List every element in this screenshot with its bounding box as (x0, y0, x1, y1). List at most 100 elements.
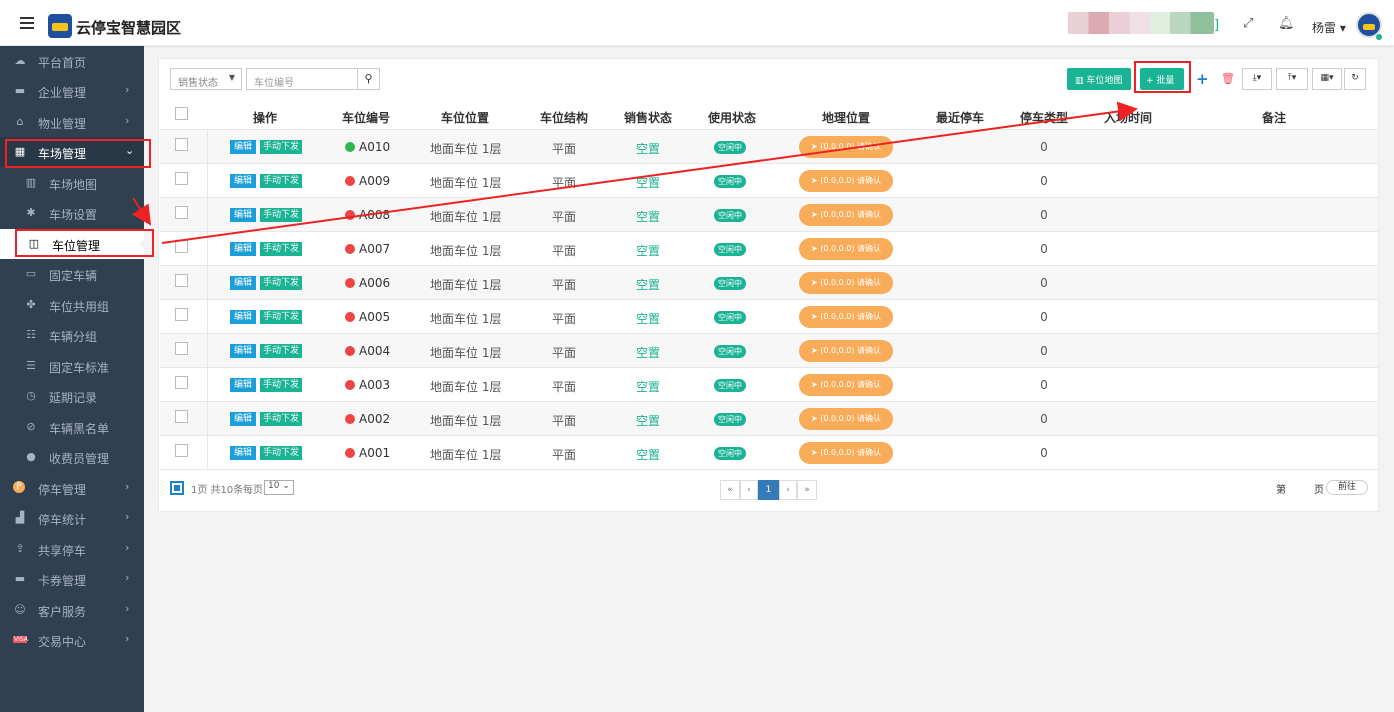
manual-issue-button[interactable]: 手动下发 (260, 174, 303, 188)
geo-location-button[interactable]: ➤ (0.0,0.0) 请确认 (799, 408, 893, 430)
table-row[interactable]: 编辑 手动下发 A008 地面车位 1层 平面 空置 空闲中 ➤ (0.0,0.0) 请确认 0 (160, 198, 1378, 232)
edit-button[interactable]: 编辑 (230, 412, 257, 426)
table-row[interactable]: 编辑 手动下发 A004 地面车位 1层 平面 空置 空闲中 ➤ (0.0,0.0) 请确认 0 (160, 334, 1378, 368)
first-page-button[interactable]: « (720, 480, 740, 500)
row-checkbox[interactable] (175, 206, 188, 219)
col-header[interactable]: 地理位置 (822, 109, 870, 126)
col-header[interactable]: 车位位置 (441, 109, 489, 126)
manual-issue-button[interactable]: 手动下发 (260, 412, 303, 426)
manual-issue-button[interactable]: 手动下发 (260, 276, 303, 290)
edit-button[interactable]: 编辑 (230, 208, 257, 222)
per-page-select[interactable]: 10 ⌄ (264, 480, 294, 495)
sidebar-item-parking-stats[interactable]: ▟ 停车统计 › (0, 503, 144, 533)
table-row[interactable]: 编辑 手动下发 A002 地面车位 1层 平面 空置 空闲中 ➤ (0.0,0.0) 请确认 0 (160, 402, 1378, 436)
sidebar-item-parking[interactable]: P 停车管理 › (0, 473, 144, 503)
geo-location-button[interactable]: ➤ (0.0,0.0) 请确认 (799, 442, 893, 464)
sidebar-item-lot-map[interactable]: ▥ 车场地图 (0, 168, 144, 198)
col-header[interactable]: 车位结构 (540, 109, 588, 126)
col-header[interactable]: 最近停车 (936, 109, 984, 126)
space-map-button[interactable]: ▥ 车位地图 (1067, 68, 1131, 90)
select-all-checkbox[interactable] (175, 107, 188, 120)
table-row[interactable]: 编辑 手动下发 A010 地面车位 1层 平面 空置 空闲中 ➤ (0.0,0.0) 请确认 0 (160, 130, 1378, 164)
col-header[interactable]: 车位编号 (342, 109, 390, 126)
manual-issue-button[interactable]: 手动下发 (260, 208, 303, 222)
row-checkbox[interactable] (175, 308, 188, 321)
row-checkbox[interactable] (175, 376, 188, 389)
sidebar-item-platform-home[interactable]: ☁ 平台首页 (0, 46, 144, 76)
sidebar-item-enterprise[interactable]: ▬ 企业管理 › (0, 76, 144, 106)
goto-button[interactable]: 前往 (1326, 480, 1368, 495)
search-button[interactable]: ⚲ (357, 68, 380, 90)
row-checkbox[interactable] (175, 240, 188, 253)
edit-button[interactable]: 编辑 (230, 446, 257, 460)
sidebar-item-vehicle-group[interactable]: ☷ 车辆分组 (0, 320, 144, 350)
geo-location-button[interactable]: ➤ (0.0,0.0) 请确认 (799, 238, 893, 260)
space-number-input[interactable]: 车位编号 (246, 68, 358, 90)
sidebar-item-property[interactable]: ⌂ 物业管理 › (0, 107, 144, 137)
refresh-button[interactable]: ↻ (1344, 68, 1366, 90)
bell-icon[interactable]: 🔔︎ (1278, 16, 1295, 31)
sales-status-select[interactable]: 销售状态 ▼ (170, 68, 242, 90)
sidebar-item-shared-space-group[interactable]: ✤ 车位共用组 (0, 290, 144, 320)
geo-location-button[interactable]: ➤ (0.0,0.0) 请确认 (799, 306, 893, 328)
geo-location-button[interactable]: ➤ (0.0,0.0) 请确认 (799, 170, 893, 192)
row-checkbox[interactable] (175, 444, 188, 457)
import-dropdown-button[interactable]: ⤓▾ (1242, 68, 1272, 90)
sidebar-item-shared-parking[interactable]: ⇪ 共享停车 › (0, 534, 144, 564)
sidebar-item-coupons[interactable]: ▬ 卡券管理 › (0, 564, 144, 594)
add-icon[interactable]: + (1196, 70, 1209, 88)
table-row[interactable]: 编辑 手动下发 A005 地面车位 1层 平面 空置 空闲中 ➤ (0.0,0.0) 请确认 0 (160, 300, 1378, 334)
next-page-button[interactable]: › (779, 480, 797, 500)
edit-button[interactable]: 编辑 (230, 310, 257, 324)
edit-button[interactable]: 编辑 (230, 174, 257, 188)
manual-issue-button[interactable]: 手动下发 (260, 344, 303, 358)
sidebar-item-trade-center[interactable]: VISA 交易中心 › (0, 625, 144, 655)
row-checkbox[interactable] (175, 172, 188, 185)
geo-location-button[interactable]: ➤ (0.0,0.0) 请确认 (799, 204, 893, 226)
edit-button[interactable]: 编辑 (230, 276, 257, 290)
last-page-button[interactable]: » (797, 480, 817, 500)
row-checkbox[interactable] (175, 138, 188, 151)
table-row[interactable]: 编辑 手动下发 A003 地面车位 1层 平面 空置 空闲中 ➤ (0.0,0.0) 请确认 0 (160, 368, 1378, 402)
table-row[interactable]: 编辑 手动下发 A009 地面车位 1层 平面 空置 空闲中 ➤ (0.0,0.0) 请确认 0 (160, 164, 1378, 198)
prev-page-button[interactable]: ‹ (740, 480, 758, 500)
col-header[interactable]: 停车类型 (1020, 109, 1068, 126)
manual-issue-button[interactable]: 手动下发 (260, 310, 303, 324)
row-checkbox[interactable] (175, 274, 188, 287)
col-header[interactable]: 入场时间 (1104, 109, 1152, 126)
sidebar-item-fixed-vehicles[interactable]: ▭ 固定车辆 (0, 259, 144, 289)
sidebar-item-customer-service[interactable]: ☺ 客户服务 › (0, 595, 144, 625)
menu-icon[interactable] (20, 17, 34, 29)
sidebar-item-cashier[interactable]: ● 收费员管理 (0, 442, 144, 472)
table-row[interactable]: 编辑 手动下发 A006 地面车位 1层 平面 空置 空闲中 ➤ (0.0,0.0) 请确认 0 (160, 266, 1378, 300)
manual-issue-button[interactable]: 手动下发 (260, 446, 303, 460)
columns-dropdown-button[interactable]: ▦▾ (1312, 68, 1342, 90)
page-1-button[interactable]: 1 (758, 480, 779, 500)
manual-issue-button[interactable]: 手动下发 (260, 242, 303, 256)
edit-button[interactable]: 编辑 (230, 242, 257, 256)
table-row[interactable]: 编辑 手动下发 A007 地面车位 1层 平面 空置 空闲中 ➤ (0.0,0.0) 请确认 0 (160, 232, 1378, 266)
edit-button[interactable]: 编辑 (230, 140, 257, 154)
geo-location-button[interactable]: ➤ (0.0,0.0) 请确认 (799, 374, 893, 396)
manual-issue-button[interactable]: 手动下发 (260, 140, 303, 154)
row-checkbox[interactable] (175, 342, 188, 355)
geo-location-button[interactable]: ➤ (0.0,0.0) 请确认 (799, 272, 893, 294)
fullscreen-icon[interactable]: ⤢ (1243, 16, 1253, 31)
manual-issue-button[interactable]: 手动下发 (260, 378, 303, 392)
trash-icon[interactable]: 🗑︎ (1221, 72, 1235, 85)
export-dropdown-button[interactable]: ⤒▾ (1276, 68, 1308, 90)
edit-button[interactable]: 编辑 (230, 378, 257, 392)
geo-location-button[interactable]: ➤ (0.0,0.0) 请确认 (799, 136, 893, 158)
sidebar-item-vehicle-blacklist[interactable]: ⊘ 车辆黑名单 (0, 412, 144, 442)
col-header[interactable]: 备注 (1262, 109, 1286, 126)
edit-button[interactable]: 编辑 (230, 344, 257, 358)
sidebar-item-lot-settings[interactable]: ✱ 车场设置 (0, 198, 144, 228)
geo-location-button[interactable]: ➤ (0.0,0.0) 请确认 (799, 340, 893, 362)
sidebar-item-extension-records[interactable]: ◷ 延期记录 (0, 381, 144, 411)
col-header[interactable]: 使用状态 (708, 109, 756, 126)
row-checkbox[interactable] (175, 410, 188, 423)
table-row[interactable]: 编辑 手动下发 A001 地面车位 1层 平面 空置 空闲中 ➤ (0.0,0.0) 请确认 0 (160, 436, 1378, 470)
sidebar-item-fixed-vehicle-standard[interactable]: ☰ 固定车标准 (0, 351, 144, 381)
col-header[interactable]: 销售状态 (624, 109, 672, 126)
user-menu[interactable]: 杨雷 ▾ (1312, 19, 1346, 36)
